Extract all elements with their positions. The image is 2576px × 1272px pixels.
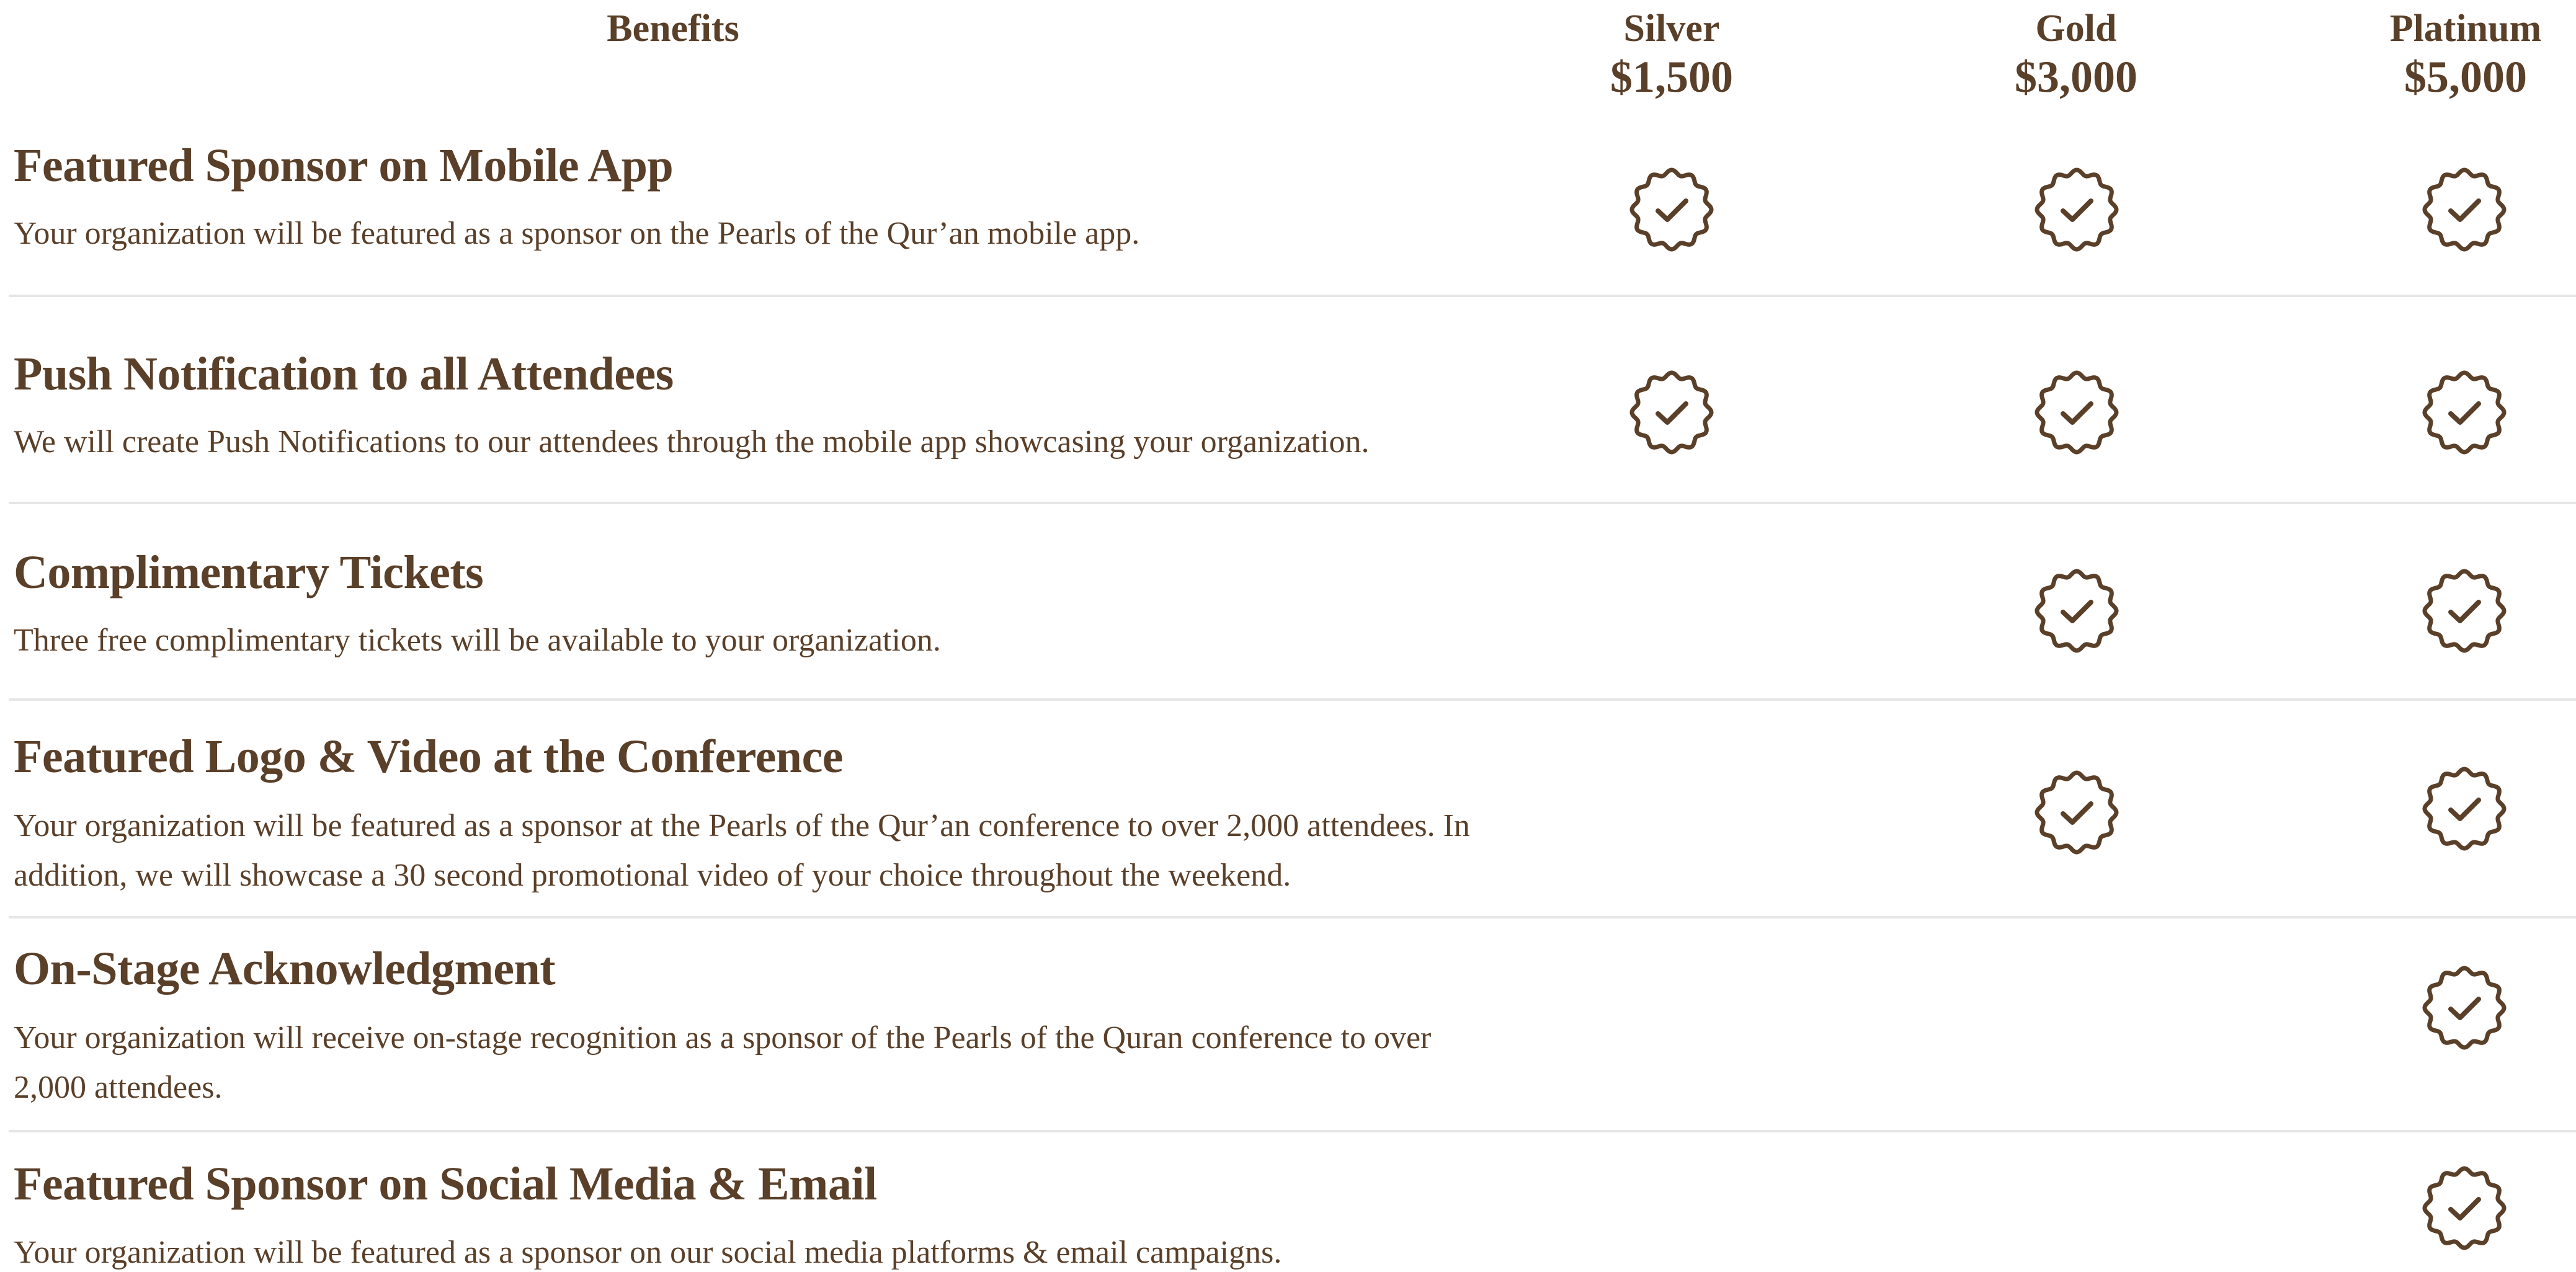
badge-check-icon <box>2422 767 2507 851</box>
badge-check-icon <box>2422 167 2507 252</box>
row-divider <box>9 1130 2576 1132</box>
row-description: Three free complimentary tickets will be… <box>14 623 941 658</box>
row-title: Featured Sponsor on Social Media & Email <box>14 1158 877 1210</box>
tier-name: Silver <box>1623 7 1720 50</box>
tier-name: Gold <box>2035 7 2117 50</box>
benefits-header: Benefits <box>607 7 739 50</box>
tier-price: $1,500 <box>1610 52 1733 102</box>
tier-gold-header: Gold $3,000 <box>1952 5 2200 102</box>
badge-check-icon <box>2035 370 2119 455</box>
tier-price: $5,000 <box>2404 52 2527 102</box>
tier-silver-header: Silver $1,500 <box>1548 5 1796 102</box>
row-title: Push Notification to all Attendees <box>14 348 674 400</box>
row-divider <box>9 698 2576 701</box>
row-title: On-Stage Acknowledgment <box>14 943 556 995</box>
row-description: Your organization will be featured as a … <box>14 808 1470 893</box>
badge-check-icon <box>1629 370 1714 455</box>
badge-check-icon <box>2035 569 2119 653</box>
row-title: Featured Sponsor on Mobile App <box>14 140 674 192</box>
row-divider <box>9 295 2576 297</box>
badge-check-icon <box>2422 1166 2507 1250</box>
badge-check-icon <box>2422 966 2507 1050</box>
tier-price: $3,000 <box>2015 52 2137 102</box>
row-divider <box>9 502 2576 504</box>
badge-check-icon <box>2422 370 2507 455</box>
row-title: Featured Logo & Video at the Conference <box>14 731 844 783</box>
badge-check-icon <box>2035 770 2119 855</box>
row-description: Your organization will be featured as a … <box>14 216 1140 251</box>
row-title: Complimentary Tickets <box>14 546 484 598</box>
row-description: Your organization will be featured as a … <box>14 1235 1282 1270</box>
row-divider <box>9 916 2576 918</box>
badge-check-icon <box>1629 167 1714 252</box>
tier-platinum-header: Platinum $5,000 <box>2342 5 2576 102</box>
tier-name: Platinum <box>2389 7 2542 50</box>
row-description: We will create Push Notifications to our… <box>14 424 1370 460</box>
badge-check-icon <box>2422 569 2507 653</box>
row-description: Your organization will receive on-stage … <box>14 1020 1432 1105</box>
badge-check-icon <box>2035 167 2119 252</box>
